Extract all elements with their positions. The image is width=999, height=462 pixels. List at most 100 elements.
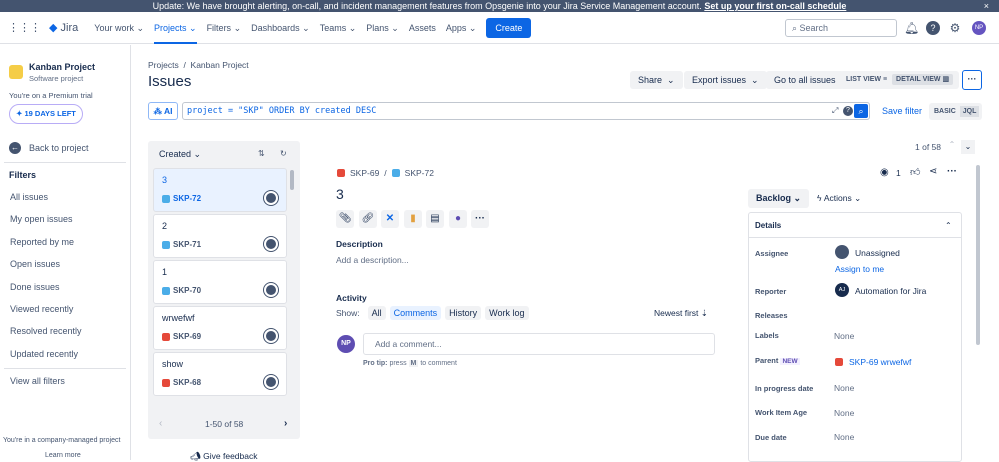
- breadcrumb: Projects / Kanban Project: [148, 60, 249, 70]
- jira-logo[interactable]: ◆ Jira: [49, 21, 78, 34]
- watch-icon[interactable]: ◉: [880, 167, 889, 178]
- in-progress-date-value[interactable]: None: [834, 383, 854, 393]
- activity-comments-tab[interactable]: Comments: [389, 306, 442, 320]
- pagination-text: 1-50 of 58: [205, 419, 244, 429]
- issue-key-link[interactable]: SKP-72: [405, 168, 434, 178]
- scrollbar[interactable]: [976, 165, 980, 345]
- expand-icon[interactable]: ⤢: [832, 106, 838, 116]
- like-icon[interactable]: 👍︎: [910, 166, 920, 178]
- filter-open-issues[interactable]: Open issues: [10, 259, 60, 269]
- save-filter-link[interactable]: Save filter: [882, 106, 922, 116]
- filter-reported-by-me[interactable]: Reported by me: [10, 237, 74, 247]
- filter-all-issues[interactable]: All issues: [10, 192, 48, 202]
- more-apps-icon[interactable]: ···: [471, 210, 489, 228]
- activity-sort-button[interactable]: Newest first ⇣: [654, 308, 708, 319]
- description-label: Description: [336, 239, 383, 249]
- basic-mode-button[interactable]: BASIC: [934, 108, 956, 115]
- assign-to-me-link[interactable]: Assign to me: [835, 264, 884, 274]
- scrollbar[interactable]: [290, 170, 294, 190]
- settings-icon[interactable]: ⚙: [948, 21, 962, 35]
- link-icon[interactable]: 🔗︎: [359, 210, 377, 228]
- nav-filters[interactable]: Filters ⌄: [207, 12, 242, 44]
- share-button[interactable]: Share ⌄: [630, 71, 683, 89]
- attachment-icon[interactable]: 📎︎: [336, 210, 354, 228]
- activity-all-tab[interactable]: All: [367, 306, 386, 320]
- nav-dashboards[interactable]: Dashboards ⌄: [251, 12, 310, 44]
- back-to-project-link[interactable]: Back to project: [29, 143, 89, 153]
- activity-history-tab[interactable]: History: [445, 306, 482, 320]
- help-icon[interactable]: ?: [843, 106, 853, 116]
- search-input[interactable]: ⌕ Search: [785, 19, 897, 37]
- app-switcher-icon[interactable]: ⋮⋮⋮: [8, 21, 41, 34]
- issue-title[interactable]: 3: [336, 186, 344, 202]
- nav-plans[interactable]: Plans ⌄: [366, 12, 399, 44]
- jql-input[interactable]: project = "SKP" ORDER BY created DESC: [182, 102, 870, 120]
- issue-counter: 1 of 58: [915, 142, 941, 152]
- list-item[interactable]: 2 SKP-71: [153, 214, 287, 258]
- app-circle-icon[interactable]: ●: [449, 210, 467, 228]
- list-view-button[interactable]: LIST VIEW ≡: [846, 76, 887, 83]
- activity-worklog-tab[interactable]: Work log: [485, 306, 529, 320]
- banner-link[interactable]: Set up your first on-call schedule: [704, 1, 846, 11]
- parent-value[interactable]: SKP-69 wrwefwf: [835, 357, 911, 367]
- parent-issue-link[interactable]: SKP-69: [350, 168, 379, 178]
- nav-your-work[interactable]: Your work ⌄: [94, 12, 144, 44]
- next-issue-icon[interactable]: ⌄: [961, 140, 975, 154]
- refresh-icon[interactable]: ↻: [280, 149, 287, 158]
- more-icon[interactable]: ···: [947, 166, 957, 177]
- app-checklist-icon[interactable]: ▤: [426, 210, 444, 228]
- filter-my-open-issues[interactable]: My open issues: [10, 214, 73, 224]
- nav-assets[interactable]: Assets: [409, 12, 436, 44]
- labels-value[interactable]: None: [834, 331, 854, 341]
- help-icon[interactable]: ?: [926, 21, 940, 35]
- create-button[interactable]: Create: [486, 17, 532, 38]
- search-icon[interactable]: ⌕: [854, 104, 868, 118]
- export-issues-button[interactable]: Export issues ⌄: [684, 71, 767, 89]
- app-book-icon[interactable]: ▮: [404, 210, 422, 228]
- nav-teams[interactable]: Teams ⌄: [320, 12, 357, 44]
- comment-input[interactable]: Add a comment...: [363, 333, 715, 355]
- close-icon[interactable]: ×: [984, 0, 989, 12]
- share-icon[interactable]: ⋖: [929, 166, 937, 177]
- list-item[interactable]: 1 SKP-70: [153, 260, 287, 304]
- jql-mode-button[interactable]: JQL: [959, 106, 980, 117]
- prev-issue-icon[interactable]: ⌃: [945, 140, 959, 154]
- sort-order-icon[interactable]: ⇅: [258, 149, 265, 158]
- user-avatar[interactable]: NP: [972, 21, 986, 35]
- learn-more-link[interactable]: Learn more: [45, 452, 81, 459]
- announcement-banner: Update: We have brought alerting, on-cal…: [0, 0, 999, 12]
- due-date-value[interactable]: None: [834, 432, 854, 442]
- notifications-icon[interactable]: 🔔︎: [904, 21, 919, 35]
- reporter-label: Reporter: [755, 287, 787, 296]
- banner-text: Update: We have brought alerting, on-cal…: [152, 1, 702, 11]
- reporter-value[interactable]: Automation for Jira: [855, 286, 926, 296]
- collapse-icon[interactable]: ⌃: [945, 221, 952, 230]
- trial-days-button[interactable]: ✦ 19 DAYS LEFT: [9, 104, 83, 124]
- description-field[interactable]: Add a description...: [336, 255, 409, 265]
- breadcrumb-project[interactable]: Kanban Project: [191, 60, 249, 70]
- filter-resolved-recently[interactable]: Resolved recently: [10, 326, 82, 336]
- sort-dropdown[interactable]: Created ⌄: [159, 149, 201, 160]
- actions-dropdown[interactable]: ϟ Actions ⌄: [817, 193, 861, 204]
- ai-button[interactable]: ⁂ AI: [148, 102, 178, 120]
- list-item[interactable]: 3 SKP-72: [153, 168, 287, 212]
- list-item[interactable]: wrwefwf SKP-69: [153, 306, 287, 350]
- filter-viewed-recently[interactable]: Viewed recently: [10, 304, 73, 314]
- give-feedback-button[interactable]: 📣︎ Give feedback: [190, 451, 258, 462]
- assignee-value[interactable]: Unassigned: [855, 248, 900, 258]
- filter-updated-recently[interactable]: Updated recently: [10, 349, 78, 359]
- confluence-icon[interactable]: ✕: [381, 210, 399, 228]
- more-options-button[interactable]: ···: [962, 70, 982, 90]
- detail-view-button[interactable]: DETAIL VIEW ▥: [892, 74, 954, 85]
- nav-apps[interactable]: Apps ⌄: [446, 12, 477, 44]
- list-item[interactable]: show SKP-68: [153, 352, 287, 396]
- go-to-all-issues-button[interactable]: Go to all issues: [766, 71, 844, 89]
- view-all-filters-link[interactable]: View all filters: [10, 376, 65, 386]
- status-dropdown[interactable]: Backlog ⌄: [748, 189, 810, 208]
- breadcrumb-projects[interactable]: Projects: [148, 60, 179, 70]
- project-name[interactable]: Kanban Project: [29, 62, 95, 72]
- nav-projects[interactable]: Projects ⌄: [154, 12, 197, 44]
- prev-page-icon[interactable]: ‹: [159, 418, 162, 429]
- next-page-icon[interactable]: ›: [284, 418, 287, 429]
- filter-done-issues[interactable]: Done issues: [10, 282, 60, 292]
